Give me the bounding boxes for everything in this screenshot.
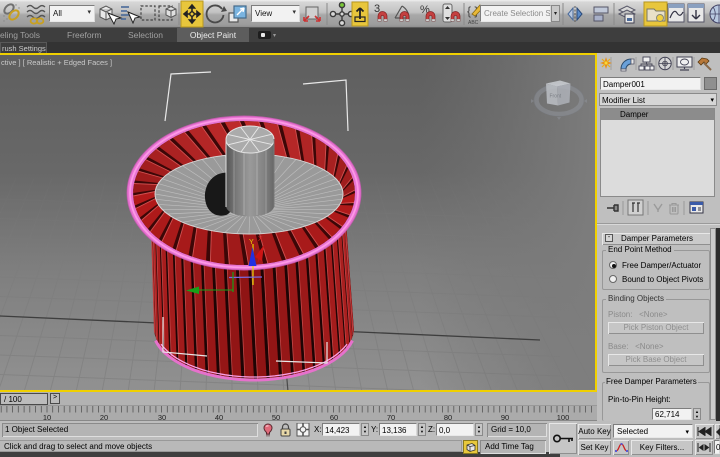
svg-text:60: 60 [330, 413, 338, 421]
svg-text:90: 90 [501, 413, 509, 421]
svg-text:20: 20 [100, 413, 108, 421]
svg-text:10: 10 [43, 413, 51, 421]
svg-text:Front: Front [550, 94, 562, 100]
svg-text:40: 40 [215, 413, 223, 421]
svg-text:70: 70 [387, 413, 395, 421]
svg-text:100: 100 [557, 413, 570, 421]
svg-text:X: X [258, 236, 263, 243]
svg-text:50: 50 [272, 413, 280, 421]
svg-text:Y: Y [249, 239, 254, 246]
svg-text:80: 80 [444, 413, 452, 421]
svg-text:30: 30 [158, 413, 166, 421]
svg-text:ABC: ABC [468, 20, 479, 26]
